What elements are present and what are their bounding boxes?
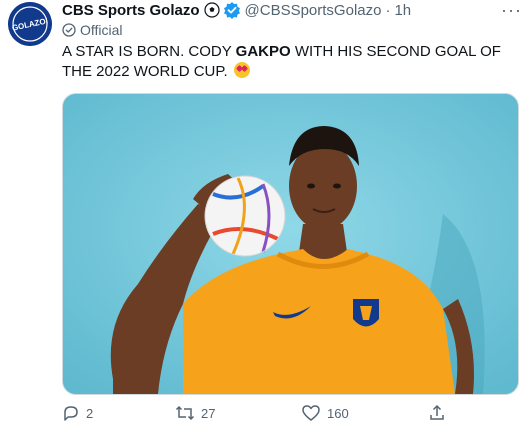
avatar[interactable]: GOLAZO! [8, 2, 52, 46]
retweet-button[interactable]: 27 [175, 403, 215, 423]
tweet-text-bold: GAKPO [235, 43, 291, 60]
display-name[interactable]: CBS Sports Golazo [62, 2, 200, 19]
separator-dot: · [385, 1, 391, 19]
official-label: Official [62, 22, 123, 38]
more-icon[interactable]: ··· [501, 0, 522, 21]
tweet[interactable]: GOLAZO! CBS Sports Golazo @CBSSportsGola… [0, 0, 532, 425]
tweet-text: A STAR IS BORN. CODY GAKPO WITH HIS SECO… [62, 42, 512, 82]
tweet-actions: 2 27 160 [62, 403, 462, 423]
retweet-icon [175, 405, 195, 421]
official-check-icon [62, 23, 76, 37]
golazo-logo: GOLAZO! [8, 2, 52, 46]
tweet-text-part1: A STAR IS BORN. CODY [62, 43, 236, 60]
tweet-photo[interactable] [62, 93, 519, 395]
soccer-ball-icon [203, 2, 220, 18]
share-button[interactable] [428, 403, 452, 423]
reply-button[interactable]: 2 [62, 403, 93, 423]
reply-count: 2 [86, 405, 94, 421]
tweet-header: CBS Sports Golazo @CBSSportsGolazo · 1h [62, 0, 411, 20]
official-text: Official [80, 22, 123, 38]
verified-badge-icon[interactable] [223, 1, 241, 19]
like-icon [302, 405, 320, 421]
player-photo-illustration [63, 94, 518, 394]
reply-icon [64, 406, 78, 421]
retweet-count: 27 [201, 405, 216, 421]
like-button[interactable]: 160 [301, 403, 349, 423]
timestamp[interactable]: 1h [394, 2, 411, 19]
share-icon [430, 404, 444, 420]
like-count: 160 [327, 405, 349, 421]
handle[interactable]: @CBSSportsGolazo [245, 2, 382, 19]
star-struck-emoji-icon [233, 62, 250, 78]
